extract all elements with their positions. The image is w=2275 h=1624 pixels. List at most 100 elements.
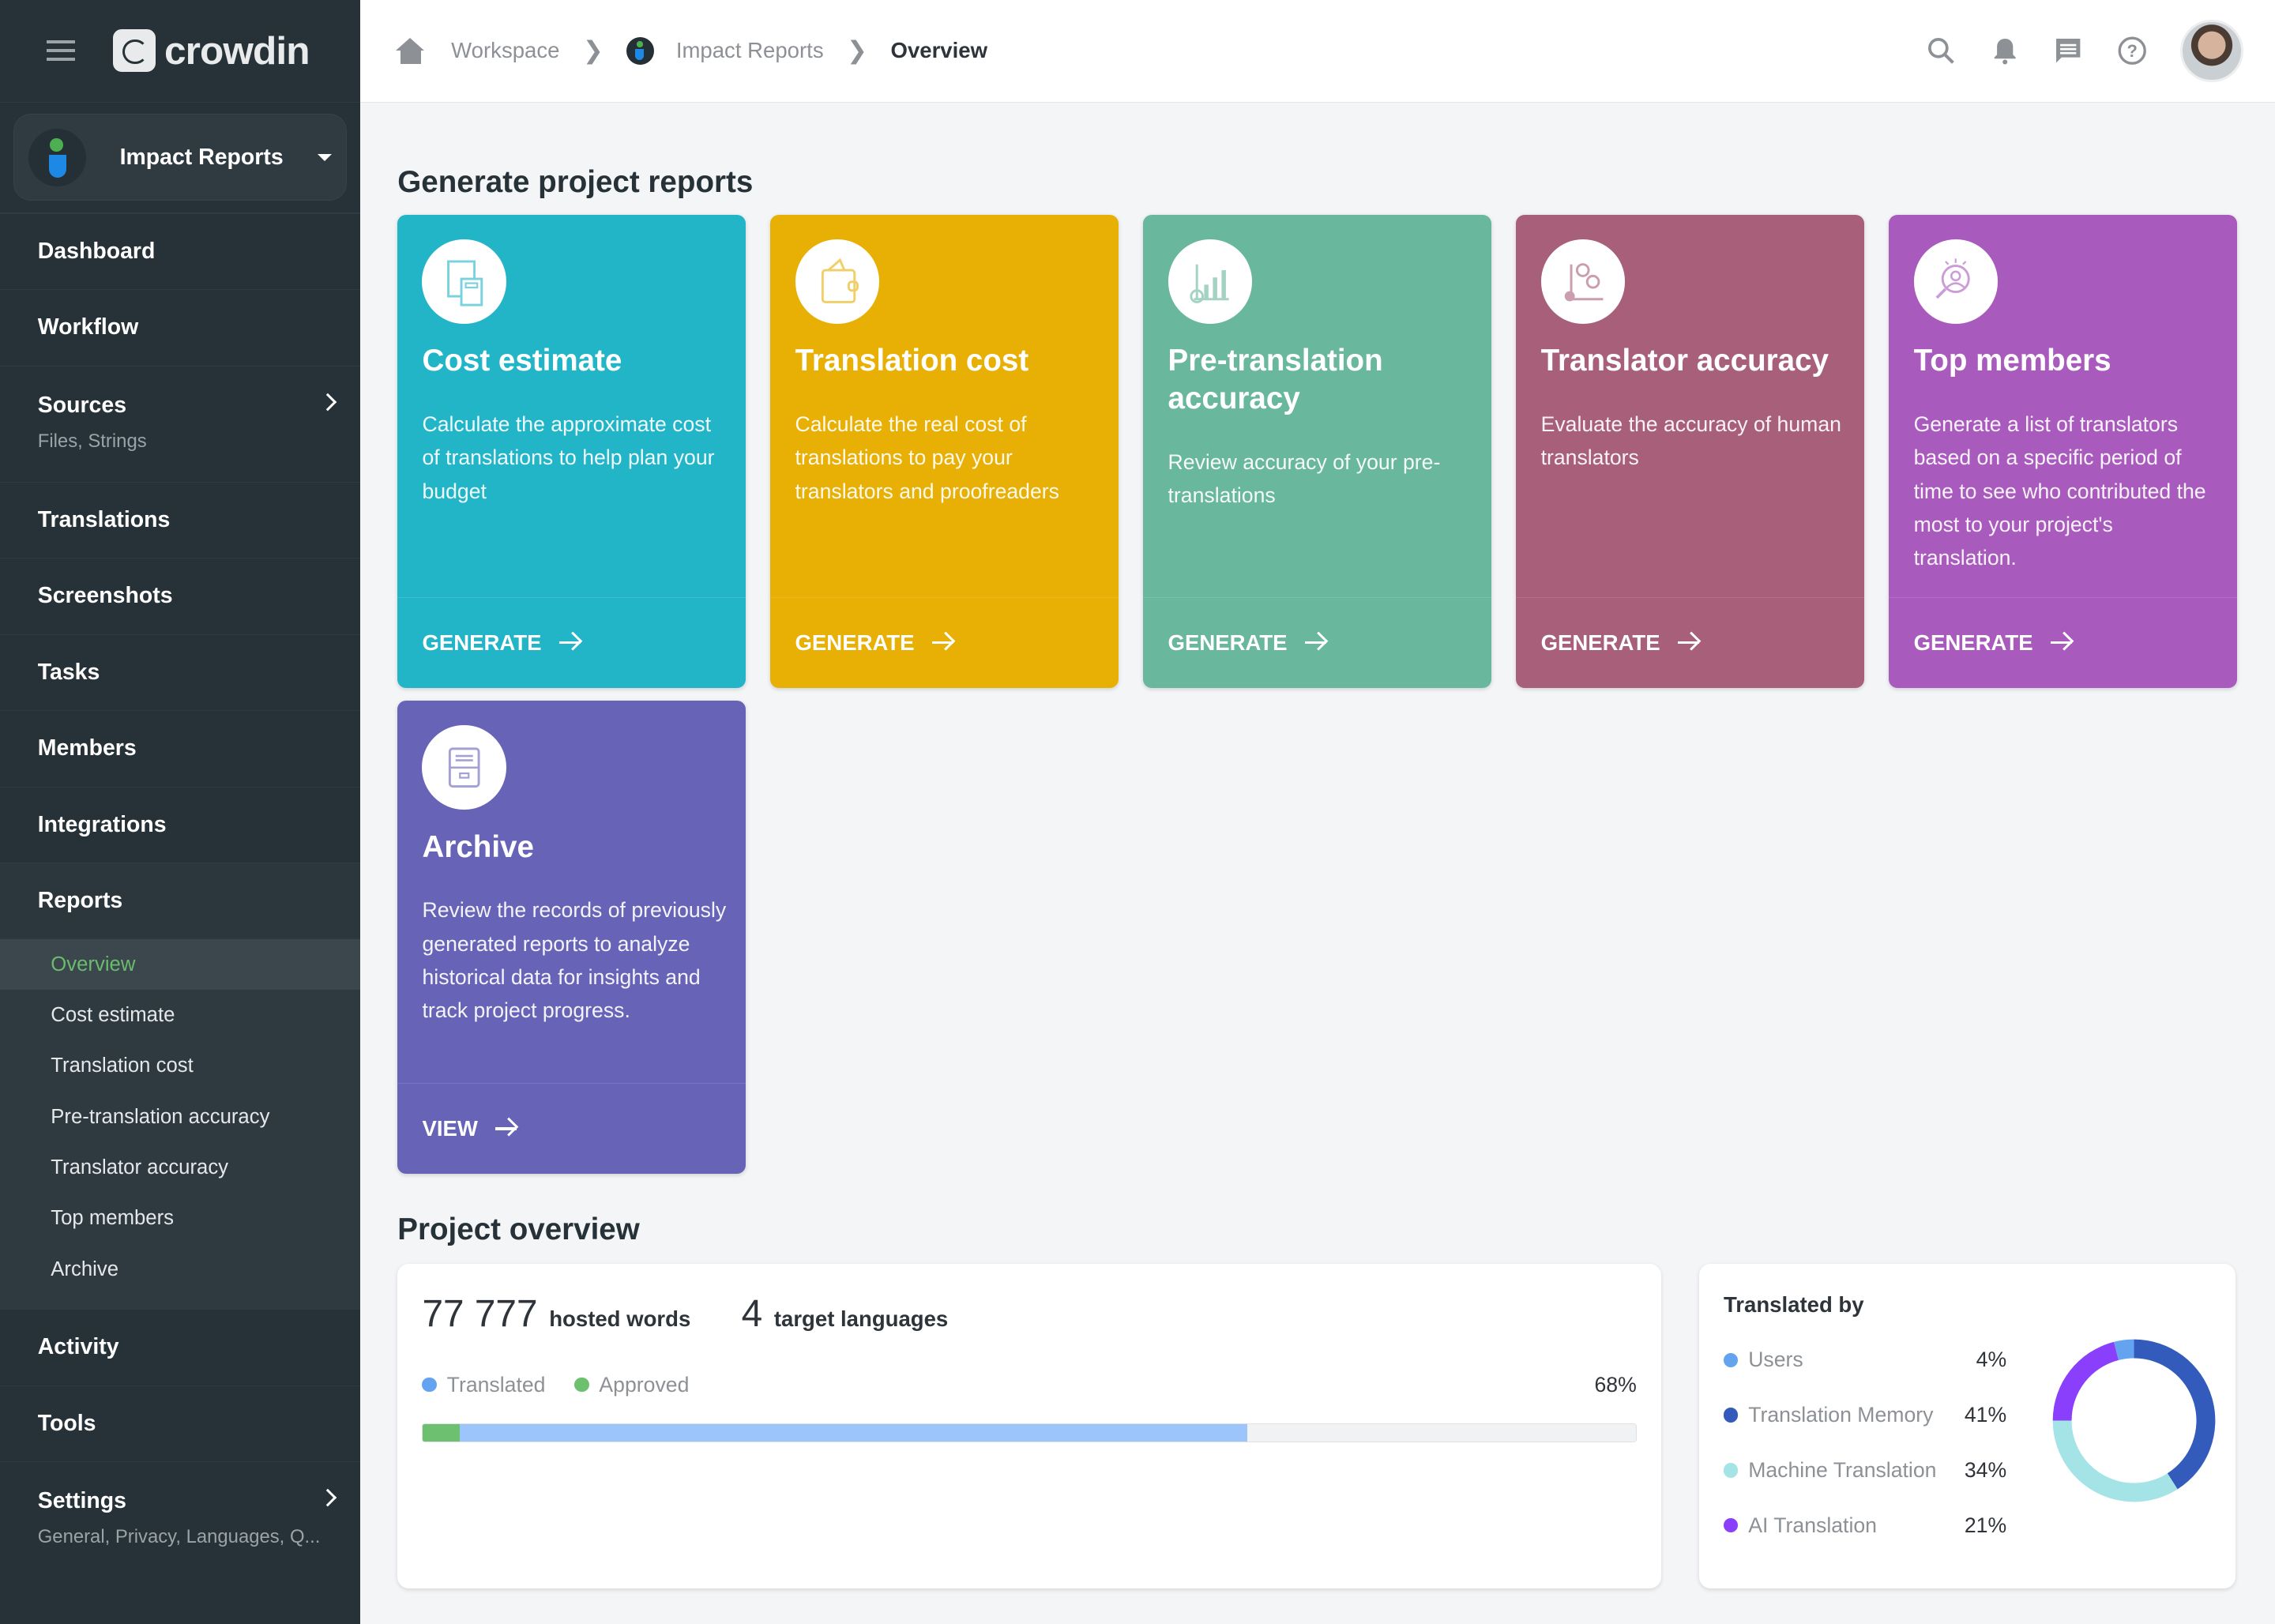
sidebar-item-sources[interactable]: Sources Files, Strings bbox=[0, 365, 360, 482]
wallet-icon bbox=[821, 258, 859, 303]
report-card-translation-cost[interactable]: Translation cost Calculate the real cost… bbox=[770, 214, 1119, 688]
source-label: AI Translation bbox=[1748, 1513, 1877, 1537]
translated-by-row: Translation Memory 41% bbox=[1723, 1403, 2006, 1427]
bell-icon[interactable] bbox=[1989, 35, 2021, 66]
breadcrumb-project[interactable]: Impact Reports bbox=[676, 38, 824, 63]
sidebar-sub-cost-estimate[interactable]: Cost estimate bbox=[0, 990, 360, 1040]
report-card-archive[interactable]: Archive Review the records of previously… bbox=[397, 701, 746, 1174]
hosted-words-count: 77 777 bbox=[422, 1293, 538, 1336]
generate-reports-heading: Generate project reports bbox=[397, 165, 754, 200]
main-content: Generate project reports Cost estimate C… bbox=[360, 103, 2275, 1624]
card-icon-circle bbox=[795, 239, 880, 324]
sidebar-sub-top-members[interactable]: Top members bbox=[0, 1193, 360, 1243]
report-card-top-members[interactable]: Top members Generate a list of translato… bbox=[1889, 214, 2238, 688]
card-description: Generate a list of translators based on … bbox=[1913, 412, 2206, 570]
sidebar-item-tools[interactable]: Tools bbox=[0, 1385, 360, 1462]
logo-text: crowdin bbox=[164, 28, 310, 73]
sidebar-item-workflow[interactable]: Workflow bbox=[0, 289, 360, 366]
legend-approved: Approved bbox=[599, 1372, 690, 1397]
sidebar-item-translations[interactable]: Translations bbox=[0, 481, 360, 558]
generate-button[interactable]: GENERATE bbox=[1143, 596, 1492, 688]
sidebar-item-members[interactable]: Members bbox=[0, 710, 360, 787]
help-icon[interactable]: ? bbox=[2116, 35, 2148, 66]
sidebar-sub-translation-cost[interactable]: Translation cost bbox=[0, 1040, 360, 1091]
donut-slice-translation-memory bbox=[2134, 1339, 2216, 1489]
archive-icon bbox=[448, 747, 480, 788]
arrow-right-icon bbox=[1677, 641, 1700, 645]
svg-text:?: ? bbox=[2127, 41, 2138, 61]
project-switcher[interactable]: Impact Reports bbox=[13, 114, 347, 201]
sidebar-sub-overview[interactable]: Overview bbox=[0, 938, 360, 991]
breadcrumb-workspace[interactable]: Workspace bbox=[451, 38, 559, 63]
sidebar-item-label: Settings bbox=[37, 1488, 126, 1514]
action-label: GENERATE bbox=[795, 630, 915, 655]
sidebar-item-dashboard[interactable]: Dashboard bbox=[0, 214, 360, 290]
project-overview-heading: Project overview bbox=[397, 1212, 640, 1247]
translated-dot bbox=[422, 1377, 437, 1393]
arrow-right-icon bbox=[931, 641, 954, 645]
project-overview-panel: 77 777 hosted words 4 target languages T… bbox=[397, 1263, 1662, 1589]
sidebar-item-reports[interactable]: Reports bbox=[0, 863, 360, 939]
sidebar-item-label: Sources bbox=[37, 393, 127, 418]
generate-button[interactable]: GENERATE bbox=[1516, 596, 1865, 688]
generate-button[interactable]: GENERATE bbox=[770, 596, 1119, 688]
card-icon-circle bbox=[422, 239, 506, 324]
legend-dot bbox=[1723, 1517, 1739, 1533]
donut-slice-machine-translation bbox=[2052, 1420, 2178, 1502]
invoice-calculator-icon bbox=[447, 260, 483, 306]
report-card-translator-accuracy[interactable]: Translator accuracy Evaluate the accurac… bbox=[1516, 214, 1865, 688]
user-avatar[interactable] bbox=[2180, 19, 2243, 82]
generate-button[interactable]: GENERATE bbox=[397, 596, 746, 688]
view-button[interactable]: VIEW bbox=[397, 1082, 746, 1174]
project-name: Impact Reports bbox=[119, 144, 284, 170]
progress-approved bbox=[423, 1423, 460, 1442]
menu-icon[interactable] bbox=[46, 40, 76, 62]
sidebar-item-activity[interactable]: Activity bbox=[0, 1309, 360, 1385]
arrow-right-icon bbox=[1304, 641, 1327, 645]
sidebar-sub-pre-translation-accuracy[interactable]: Pre-translation accuracy bbox=[0, 1092, 360, 1142]
report-card-cost-estimate[interactable]: Cost estimate Calculate the approximate … bbox=[397, 214, 746, 688]
sidebar-sub-archive[interactable]: Archive bbox=[0, 1244, 360, 1295]
sidebar-item-screenshots[interactable]: Screenshots bbox=[0, 558, 360, 634]
arrow-right-icon bbox=[558, 641, 581, 645]
action-label: GENERATE bbox=[1540, 630, 1660, 655]
arrow-right-icon bbox=[494, 1127, 517, 1130]
chevron-right-icon: ❯ bbox=[582, 36, 604, 65]
breadcrumb: Workspace ❯ Impact Reports ❯ Overview bbox=[360, 36, 988, 65]
chat-icon[interactable] bbox=[2052, 35, 2084, 66]
sidebar-item-tasks[interactable]: Tasks bbox=[0, 633, 360, 711]
card-icon-circle bbox=[1168, 239, 1253, 324]
sidebar-item-subtitle: Files, Strings bbox=[37, 430, 147, 452]
card-title: Top members bbox=[1913, 344, 2111, 378]
sidebar-item-integrations[interactable]: Integrations bbox=[0, 786, 360, 863]
legend-translated: Translated bbox=[446, 1372, 546, 1397]
translated-by-title: Translated by bbox=[1723, 1292, 1864, 1318]
reports-group: Reports Overview Cost estimate Translati… bbox=[0, 863, 360, 1310]
legend-dot bbox=[1723, 1408, 1739, 1423]
card-title: Translator accuracy bbox=[1540, 344, 1829, 378]
sidebar-item-subtitle: General, Privacy, Languages, Q... bbox=[37, 1525, 321, 1547]
home-icon[interactable] bbox=[396, 37, 425, 64]
breadcrumb-current: Overview bbox=[890, 38, 988, 63]
sidebar-sub-translator-accuracy[interactable]: Translator accuracy bbox=[0, 1142, 360, 1193]
source-label: Translation Memory bbox=[1748, 1403, 1934, 1427]
generate-button[interactable]: GENERATE bbox=[1889, 596, 2238, 688]
translated-by-row: Users 4% bbox=[1723, 1348, 2006, 1372]
report-card-pre-translation-accuracy[interactable]: Pre-translation accuracy Review accuracy… bbox=[1143, 214, 1492, 688]
chevron-right-icon bbox=[318, 1488, 337, 1507]
action-label: GENERATE bbox=[1168, 630, 1288, 655]
source-percent: 21% bbox=[1964, 1513, 2007, 1537]
hosted-words-label: hosted words bbox=[549, 1306, 691, 1332]
chart-growth-icon bbox=[1190, 264, 1229, 303]
card-description: Calculate the approximate cost of transl… bbox=[422, 412, 715, 503]
card-description: Review accuracy of your pre-translations bbox=[1168, 449, 1441, 508]
donut-slice-ai-translation bbox=[2052, 1341, 2119, 1421]
project-avatar bbox=[28, 128, 87, 187]
user-search-icon bbox=[1935, 258, 1970, 299]
crowdin-logo[interactable]: crowdin bbox=[113, 28, 310, 73]
card-description: Review the records of previously generat… bbox=[422, 898, 727, 1023]
translated-by-row: AI Translation 21% bbox=[1723, 1513, 2007, 1538]
search-icon[interactable] bbox=[1925, 35, 1957, 66]
sidebar-item-settings[interactable]: Settings General, Privacy, Languages, Q.… bbox=[0, 1461, 360, 1577]
caret-down-icon bbox=[317, 153, 332, 161]
